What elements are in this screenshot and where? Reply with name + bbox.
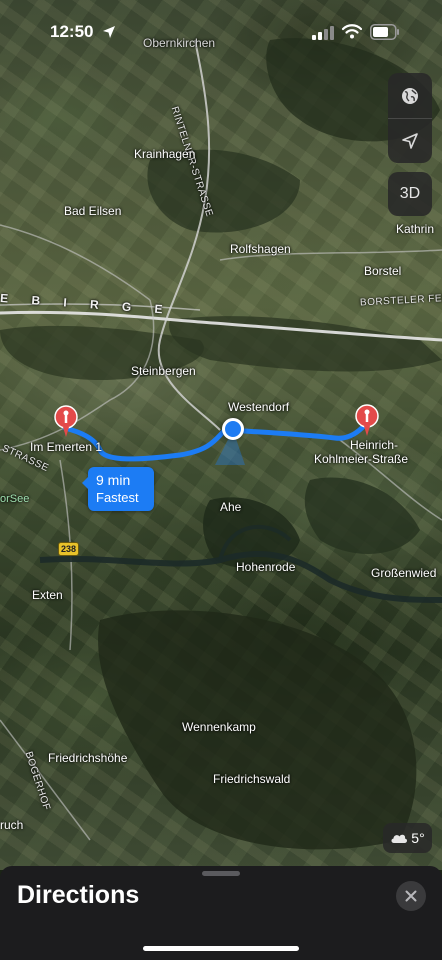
map-type-button[interactable] [388,73,432,118]
map-label-grossenwied: Großenwied [371,566,437,580]
sheet-grabber[interactable] [202,871,240,876]
cloud-icon [391,834,408,843]
status-time: 12:50 [50,22,94,41]
status-bar: 12:50 [0,0,442,60]
wifi-icon [342,24,362,39]
end-pin-label-line1: Heinrich- [350,438,399,452]
map-label-hohenrode: Hohenrode [236,560,296,574]
route-duration: 9 min [96,472,131,488]
forest-patch [147,149,300,233]
3d-view-button[interactable]: 3D [388,172,432,216]
forest-patch [304,477,420,554]
end-pin-label-line2: Kohlmeier-Straße [314,452,409,466]
map-label-westendorf: Westendorf [228,400,290,414]
close-button[interactable] [396,881,426,911]
route-tag: Fastest [96,490,139,505]
end-pin-icon[interactable] [354,404,380,440]
cellular-signal-icon [312,26,334,40]
map-label-wennenkamp: Wennenkamp [182,720,256,734]
route-callout[interactable]: 9 min Fastest [82,467,154,511]
directions-sheet[interactable]: Directions [0,866,442,960]
map-label-exten: Exten [32,588,63,602]
close-icon [405,890,417,902]
map-label-kathrin: Kathrin [396,222,435,236]
map-label-ruch: ruch [0,818,24,832]
home-indicator [143,946,299,951]
map-label-bad-eilsen: Bad Eilsen [64,204,122,218]
map-label-ahe: Ahe [220,500,242,514]
battery-icon [370,24,399,40]
map-label-steinbergen: Steinbergen [131,364,196,378]
start-pin-icon[interactable] [53,405,79,441]
map-label-or-see: orSee [0,493,30,505]
forest-patch [98,610,417,850]
map-label-rolfshagen: Rolfshagen [230,242,291,256]
end-pin-label: Heinrich- Kohlmeier-Straße [314,438,408,466]
forest-patch [169,316,442,372]
user-location-dot[interactable] [222,418,244,440]
road [0,224,151,301]
map-label-friedrichshoehe: Friedrichshöhe [48,751,128,765]
map-label-krainhagen: Krainhagen [134,147,196,161]
start-pin-label: Im Emerten 1 [30,440,103,454]
map-controls [388,73,432,163]
location-arrow-icon [402,133,418,149]
map-label-friedrichswald: Friedrichswald [213,772,291,786]
map-view[interactable]: Obernkirchen RINTELNER-STRASSE Krainhage… [0,0,442,870]
locate-me-button[interactable] [388,118,432,163]
weather-temperature: 5° [411,830,425,846]
road-shield-238: 238 [58,542,79,556]
sheet-title: Directions [17,881,140,909]
map-label-borstel: Borstel [364,264,402,278]
weather-badge: 5° [383,823,432,853]
location-arrow-icon [103,26,115,38]
globe-icon [402,87,418,104]
